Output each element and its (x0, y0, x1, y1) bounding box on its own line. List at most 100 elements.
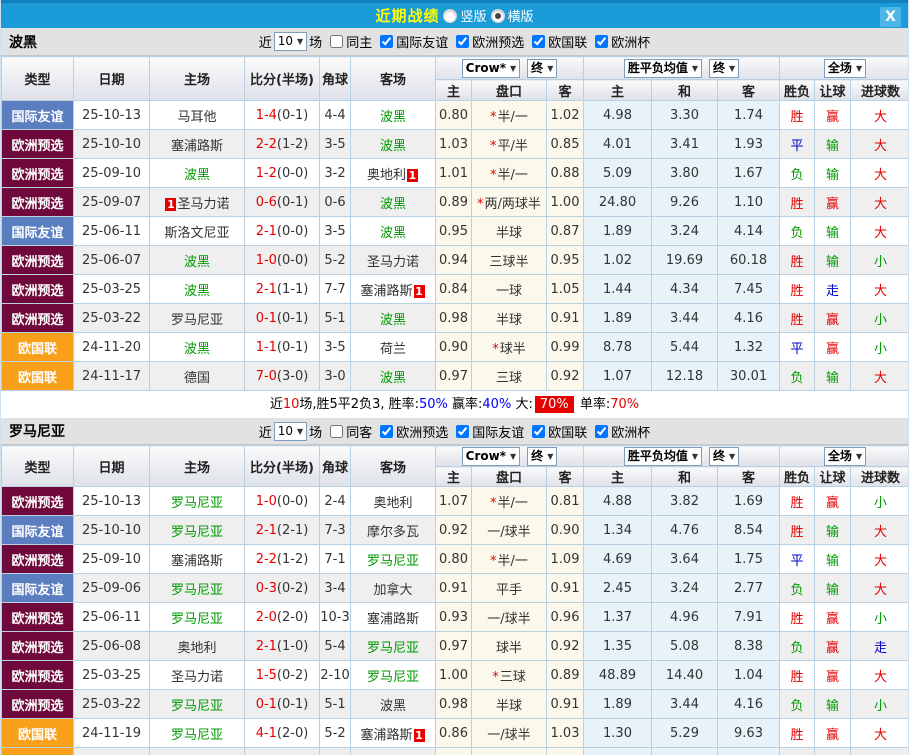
league-checkbox-2[interactable] (532, 35, 545, 48)
avg-group-header: 胜平负均值 ▼ 终 ▼ (584, 446, 780, 467)
away-team-cell: 加拿大 (351, 574, 436, 603)
handicap-result-cell: 输 (815, 217, 851, 246)
away-odds: 0.87 (547, 217, 584, 246)
fulltime-select[interactable]: 全场 ▼ (824, 59, 866, 78)
handicap-result-cell: 输 (815, 130, 851, 159)
league-checkbox-0[interactable] (380, 425, 393, 438)
fulltime-score: 1-0 (256, 494, 277, 509)
corner-score: 5-4 (320, 632, 351, 661)
radio-unchecked-icon[interactable] (443, 9, 457, 23)
sub-header-home-odds: 主 (436, 467, 472, 487)
chevron-down-icon: ▼ (510, 448, 516, 465)
avg-away-odds: 1.32 (718, 333, 780, 362)
goals-result-cell: 大 (851, 101, 909, 130)
result-cell: 胜 (780, 246, 815, 275)
home-odds: 0.97 (436, 632, 472, 661)
match-row: 欧洲预选25-03-22罗马尼亚0-1(0-1)5-1波黑0.98半球0.911… (2, 690, 909, 719)
sub-header-result: 胜负 (780, 467, 815, 487)
recent-count-select[interactable]: 10 ▼ (274, 422, 307, 441)
league-checkbox-3[interactable] (595, 35, 608, 48)
odds-stage-select[interactable]: 终 ▼ (527, 59, 557, 78)
close-button[interactable]: X (880, 7, 901, 27)
avg-draw-odds: 3.44 (652, 690, 718, 719)
avg-odds-select[interactable]: 胜平负均值 ▼ (624, 59, 702, 78)
away-odds: 0.99 (547, 333, 584, 362)
home-team-cell: 圣马力诺 (150, 661, 245, 690)
layout-option-horizontal[interactable]: 横版 (491, 6, 534, 25)
avg-stage-select[interactable]: 终 ▼ (709, 447, 739, 466)
home-team-cell: 1圣马力诺 (150, 188, 245, 217)
score-cell: 1-0(0-0) (245, 246, 320, 275)
team-name-text: 罗马尼亚 (171, 699, 223, 714)
away-odds: 1.00 (547, 188, 584, 217)
match-row: 欧洲预选25-06-11罗马尼亚2-0(2-0)10-3塞浦路斯0.93一/球半… (2, 603, 909, 632)
corner-score: 3-5 (320, 130, 351, 159)
home-odds: 0.95 (436, 748, 472, 755)
col-header-score: 比分(半场) (245, 446, 320, 487)
goals-result-cell: 小 (851, 304, 909, 333)
league-checkbox-2[interactable] (532, 425, 545, 438)
handicap-line: 一/球半 (472, 719, 547, 748)
avg-odds-select[interactable]: 胜平负均值 ▼ (624, 447, 702, 466)
away-odds: 0.94 (547, 748, 584, 755)
titlebar: 近期战绩 竖版 横版 X (1, 0, 908, 28)
radio-checked-icon[interactable] (491, 9, 505, 23)
home-odds: 0.86 (436, 719, 472, 748)
league-label-2: 欧国联 (548, 422, 587, 441)
league-checkbox-0[interactable] (380, 35, 393, 48)
match-row: 欧洲预选25-10-10塞浦路斯2-2(1-2)3-5波黑1.03*平/半0.8… (2, 130, 909, 159)
home-team-cell: 罗马尼亚 (150, 748, 245, 755)
avg-home-odds: 5.09 (584, 159, 652, 188)
corner-score: 7-7 (320, 275, 351, 304)
league-checkbox-1[interactable] (456, 425, 469, 438)
home-team-cell: 罗马尼亚 (150, 574, 245, 603)
corner-score: 7-3 (320, 516, 351, 545)
league-type-badge: 欧洲预选 (2, 487, 74, 516)
sub-header-home-odds: 主 (436, 80, 472, 101)
away-team-cell: 波黑 (351, 101, 436, 130)
avg-draw-odds: 14.40 (652, 661, 718, 690)
match-row: 欧洲预选25-03-25波黑2-1(1-1)7-7塞浦路斯10.84一球1.05… (2, 275, 909, 304)
fulltime-score: 1-5 (256, 668, 277, 683)
chevron-down-icon: ▼ (729, 448, 735, 465)
fulltime-score: 7-0 (256, 369, 277, 384)
same-home-checkbox[interactable] (330, 35, 343, 48)
corner-score: 5-7 (320, 748, 351, 755)
layout-option-vertical[interactable]: 竖版 (443, 6, 486, 25)
score-cell: 3-0(0-0) (245, 748, 320, 755)
odds-provider-select[interactable]: Crow* ▼ (462, 447, 521, 466)
goals-result-cell: 大 (851, 362, 909, 391)
result-cell: 平 (780, 333, 815, 362)
away-team-cell: 摩尔多瓦 (351, 516, 436, 545)
fulltime-select[interactable]: 全场 ▼ (824, 447, 866, 466)
same-away-checkbox[interactable] (330, 425, 343, 438)
team-name-text: 波黑 (380, 139, 406, 154)
halftime-score: (0-0) (277, 166, 308, 181)
league-checkbox-3[interactable] (595, 425, 608, 438)
league-checkbox-1[interactable] (456, 35, 469, 48)
handicap-text: 半/一 (498, 554, 528, 569)
avg-home-odds: 1.89 (584, 217, 652, 246)
sub-header-avg-draw: 和 (652, 467, 718, 487)
league-type-badge: 欧洲预选 (2, 603, 74, 632)
odds-provider-select[interactable]: Crow* ▼ (462, 59, 521, 78)
handicap-result-cell: 赢 (815, 632, 851, 661)
score-cell: 7-0(3-0) (245, 362, 320, 391)
handicap-line: 半球 (472, 690, 547, 719)
home-odds: 0.92 (436, 516, 472, 545)
league-type-badge: 国际友谊 (2, 574, 74, 603)
avg-away-odds: 1.74 (718, 101, 780, 130)
away-odds: 0.89 (547, 661, 584, 690)
match-date: 25-10-10 (74, 516, 150, 545)
col-header-corner: 角球 (320, 446, 351, 487)
odds-stage-select[interactable]: 终 ▼ (527, 447, 557, 466)
avg-away-odds: 4.16 (718, 304, 780, 333)
handicap-result-cell: 走 (815, 275, 851, 304)
team-name-text: 罗马尼亚 (171, 496, 223, 511)
match-row: 欧洲预选25-09-10塞浦路斯2-2(1-2)7-1罗马尼亚0.80*半/一1… (2, 545, 909, 574)
recent-count-select[interactable]: 10 ▼ (274, 32, 307, 51)
team-name-text: 罗马尼亚 (171, 525, 223, 540)
handicap-result-cell: 输 (815, 574, 851, 603)
sub-header-let: 让球 (815, 80, 851, 101)
avg-stage-select[interactable]: 终 ▼ (709, 59, 739, 78)
